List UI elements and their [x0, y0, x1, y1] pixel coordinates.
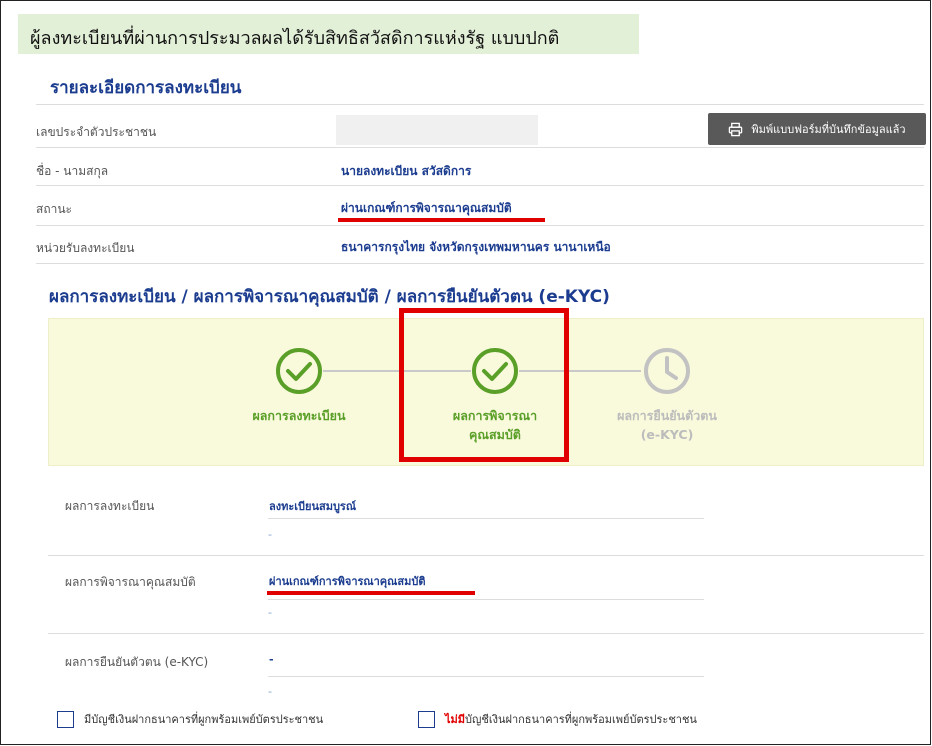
status-banner: ผู้ลงทะเบียนที่ผ่านการประมวลผลได้รับสิทธ…	[18, 14, 639, 54]
no-account-emphasis: ไม่มี	[445, 713, 466, 726]
divider	[268, 599, 704, 600]
result-ekyc-value: -	[269, 653, 274, 666]
result-registration-value: ลงทะเบียนสมบูรณ์	[269, 500, 357, 513]
has-account-option[interactable]: มีบัญชีเงินฝากธนาคารที่ผูกพร้อมเพย์บัตรป…	[57, 710, 323, 728]
qualification-step-highlight-box	[399, 308, 569, 462]
divider	[36, 225, 924, 226]
print-form-button[interactable]: พิมพ์แบบฟอร์มที่บันทึกข้อมูลแล้ว	[708, 113, 926, 145]
registration-unit-value: ธนาคารกรุงไทย จังหวัดกรุงเทพมหานคร นานาเ…	[341, 240, 611, 254]
status-value: ผ่านเกณฑ์การพิจารณาคุณสมบัติ	[341, 201, 512, 215]
result-registration-sub: -	[268, 528, 272, 541]
has-account-checkbox[interactable]	[57, 710, 74, 728]
result-qualification-value: ผ่านเกณฑ์การพิจารณาคุณสมบัติ	[269, 575, 426, 588]
printer-icon	[729, 122, 743, 136]
result-registration-label: ผลการลงทะเบียน	[65, 499, 155, 513]
results-title: ผลการลงทะเบียน / ผลการพิจารณาคุณสมบัติ /…	[49, 287, 610, 307]
result-qualification-label: ผลการพิจารณาคุณสมบัติ	[65, 575, 196, 589]
divider	[36, 263, 924, 264]
print-form-label: พิมพ์แบบฟอร์มที่บันทึกข้อมูลแล้ว	[751, 123, 906, 136]
fullname-label: ชื่อ - นามสกุล	[36, 164, 109, 178]
has-account-label: มีบัญชีเงินฝากธนาคารที่ผูกพร้อมเพย์บัตรป…	[84, 713, 324, 726]
no-account-checkbox[interactable]	[418, 710, 435, 728]
status-highlight-underline	[338, 218, 545, 222]
result-ekyc-label: ผลการยืนยันตัวตน (e-KYC)	[65, 655, 209, 669]
result-qualification-sub: -	[268, 606, 272, 619]
divider	[36, 104, 924, 105]
divider	[268, 518, 704, 519]
registration-details-title: รายละเอียดการลงทะเบียน	[50, 78, 242, 98]
step-ekyc-label: ผลการยืนยันตัวตน (e-KYC)	[617, 408, 717, 442]
check-circle-icon	[274, 346, 324, 396]
citizen-id-label: เลขประจำตัวประชาชน	[36, 125, 157, 139]
step-registration-label: ผลการลงทะเบียน	[252, 408, 346, 423]
divider	[48, 633, 924, 634]
registration-unit-label: หน่วยรับลงทะเบียน	[36, 241, 135, 255]
divider	[36, 185, 924, 186]
no-account-option[interactable]: ไม่มี บัญชีเงินฝากธนาคารที่ผูกพร้อมเพย์บั…	[418, 710, 697, 728]
clock-icon	[642, 346, 692, 396]
divider	[48, 555, 924, 556]
no-account-label: บัญชีเงินฝากธนาคารที่ผูกพร้อมเพย์บัตรประ…	[465, 713, 697, 726]
divider	[268, 676, 704, 677]
result-ekyc-sub: -	[268, 685, 272, 698]
status-label: สถานะ	[36, 202, 72, 216]
divider	[36, 147, 924, 148]
citizen-id-field	[336, 115, 538, 145]
qualification-highlight-underline	[267, 591, 475, 595]
fullname-value: นายลงทะเบียน สวัสดิการ	[341, 164, 472, 178]
